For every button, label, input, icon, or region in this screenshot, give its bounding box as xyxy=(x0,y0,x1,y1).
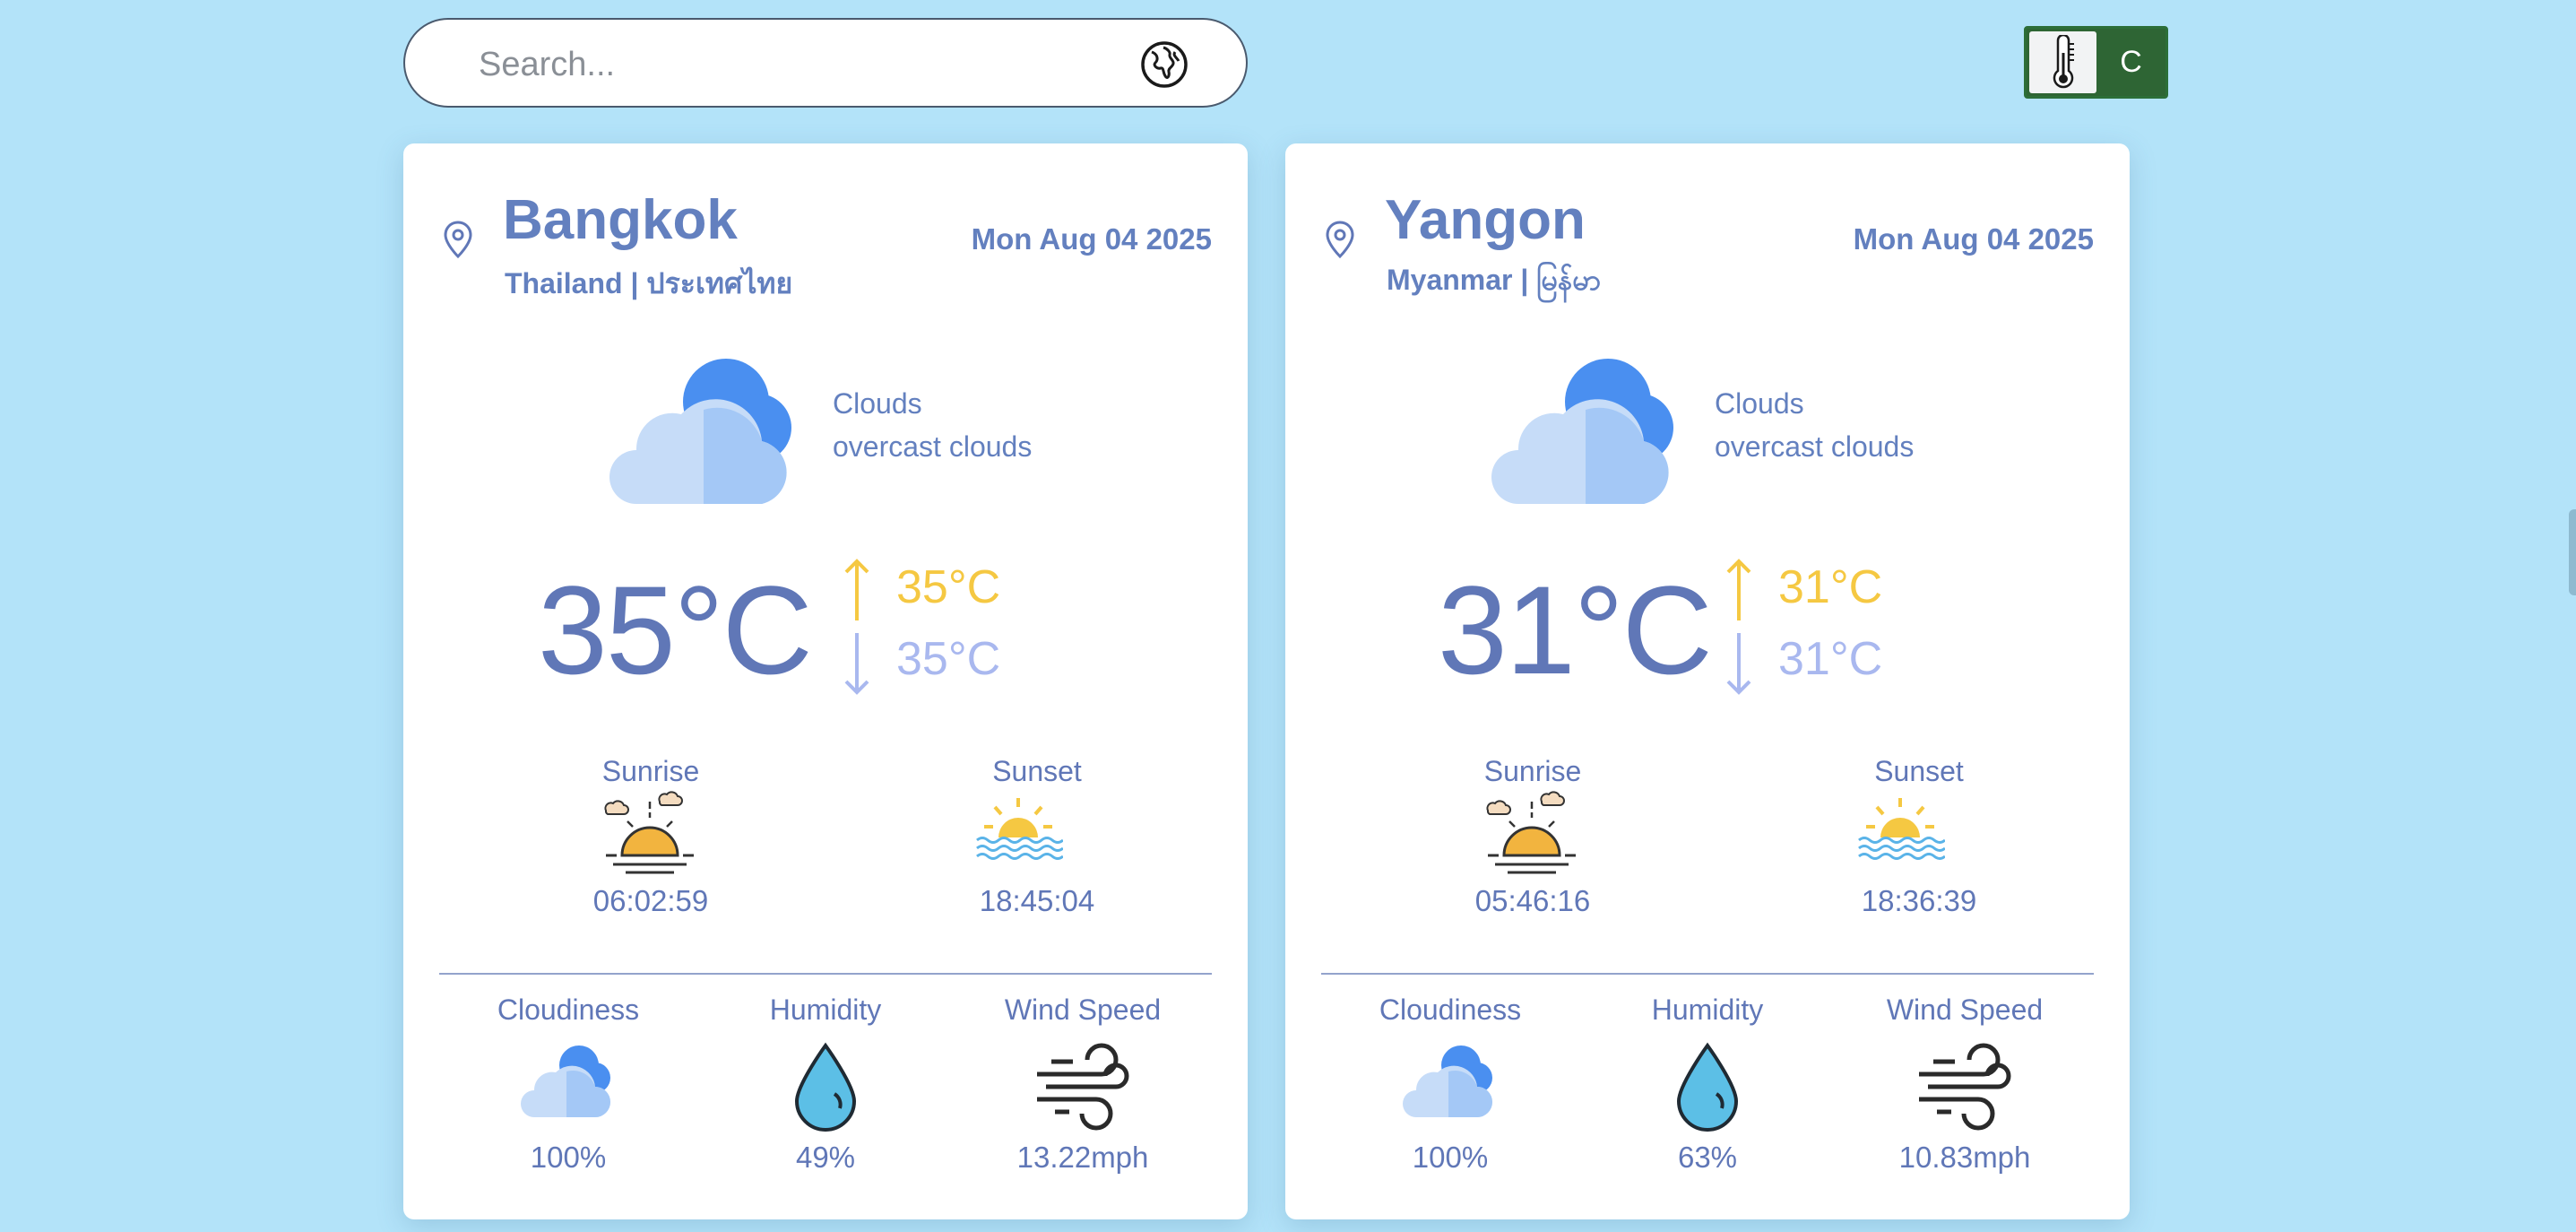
thermometer-icon xyxy=(2053,35,2074,89)
arrow-down-icon xyxy=(1726,633,1751,695)
sunset-label: Sunset xyxy=(1874,755,1964,787)
unit-label: C xyxy=(2120,45,2142,79)
wind-icon xyxy=(1919,1043,2011,1131)
wind-speed-label: Wind Speed xyxy=(1886,993,2044,1026)
unit-toggle-thumb[interactable] xyxy=(2029,31,2096,93)
weather-card-yangon: Yangon Myanmar | မြန်မာ Mon Aug 04 2025 … xyxy=(1285,143,2130,1219)
temperature-min: 35°C xyxy=(896,633,1001,685)
sunset-label: Sunset xyxy=(992,755,1082,787)
sunrise-time: 06:02:59 xyxy=(592,884,709,917)
clouds-icon xyxy=(1491,359,1673,504)
globe-icon[interactable] xyxy=(1139,39,1189,90)
scroll-handle[interactable] xyxy=(2569,509,2576,595)
cloudiness-label: Cloudiness xyxy=(497,993,640,1026)
city-name: Bangkok xyxy=(503,189,738,251)
location-pin-icon xyxy=(444,221,472,259)
sunrise-icon xyxy=(604,791,694,874)
weather-description: overcast clouds xyxy=(833,430,1033,463)
date: Mon Aug 04 2025 xyxy=(971,222,1212,256)
arrow-up-icon xyxy=(1726,559,1751,620)
cloudiness-icon xyxy=(521,1045,610,1117)
unit-toggle[interactable]: C xyxy=(2024,26,2168,99)
wind-speed-label: Wind Speed xyxy=(1004,993,1162,1026)
location-pin-icon xyxy=(1326,221,1354,259)
divider xyxy=(439,973,1212,975)
water-drop-icon xyxy=(794,1042,857,1132)
temperature-max: 31°C xyxy=(1778,561,1883,613)
humidity-label: Humidity xyxy=(1651,993,1764,1026)
wind-speed-value: 13.22mph xyxy=(1016,1141,1149,1174)
clouds-icon xyxy=(609,359,791,504)
weather-condition: Clouds xyxy=(833,387,922,420)
arrow-up-icon xyxy=(844,559,869,620)
cloudiness-label: Cloudiness xyxy=(1379,993,1522,1026)
weather-card-bangkok: Bangkok Thailand | ประเทศไทย Mon Aug 04 … xyxy=(403,143,1248,1219)
current-temperature: 35°C xyxy=(538,560,813,700)
temperature-max: 35°C xyxy=(896,561,1001,613)
cloudiness-value: 100% xyxy=(1412,1141,1489,1174)
country-name: Thailand | ประเทศไทย xyxy=(505,267,793,299)
sunset-icon xyxy=(976,798,1063,860)
sunset-icon xyxy=(1858,798,1945,860)
divider xyxy=(1321,973,2094,975)
cloudiness-icon xyxy=(1403,1045,1492,1117)
wind-icon xyxy=(1037,1043,1129,1131)
humidity-label: Humidity xyxy=(769,993,882,1026)
current-temperature: 31°C xyxy=(1438,560,1713,700)
wind-speed-value: 10.83mph xyxy=(1898,1141,2031,1174)
search-bar xyxy=(403,18,1248,108)
humidity-value: 49% xyxy=(795,1141,856,1174)
sunrise-icon xyxy=(1486,791,1576,874)
sunset-time: 18:45:04 xyxy=(979,884,1095,917)
country-name: Myanmar | မြန်မာ xyxy=(1387,264,1601,296)
water-drop-icon xyxy=(1676,1042,1739,1132)
sunrise-label: Sunrise xyxy=(601,755,700,787)
cloudiness-value: 100% xyxy=(530,1141,607,1174)
sunrise-time: 05:46:16 xyxy=(1474,884,1591,917)
date: Mon Aug 04 2025 xyxy=(1853,222,2094,256)
sunset-time: 18:36:39 xyxy=(1861,884,1977,917)
search-input[interactable] xyxy=(477,39,1162,90)
temperature-min: 31°C xyxy=(1778,633,1883,685)
city-name: Yangon xyxy=(1385,189,1586,251)
weather-condition: Clouds xyxy=(1715,387,1804,420)
weather-description: overcast clouds xyxy=(1715,430,1915,463)
arrow-down-icon xyxy=(844,633,869,695)
humidity-value: 63% xyxy=(1677,1141,1738,1174)
sunrise-label: Sunrise xyxy=(1483,755,1582,787)
